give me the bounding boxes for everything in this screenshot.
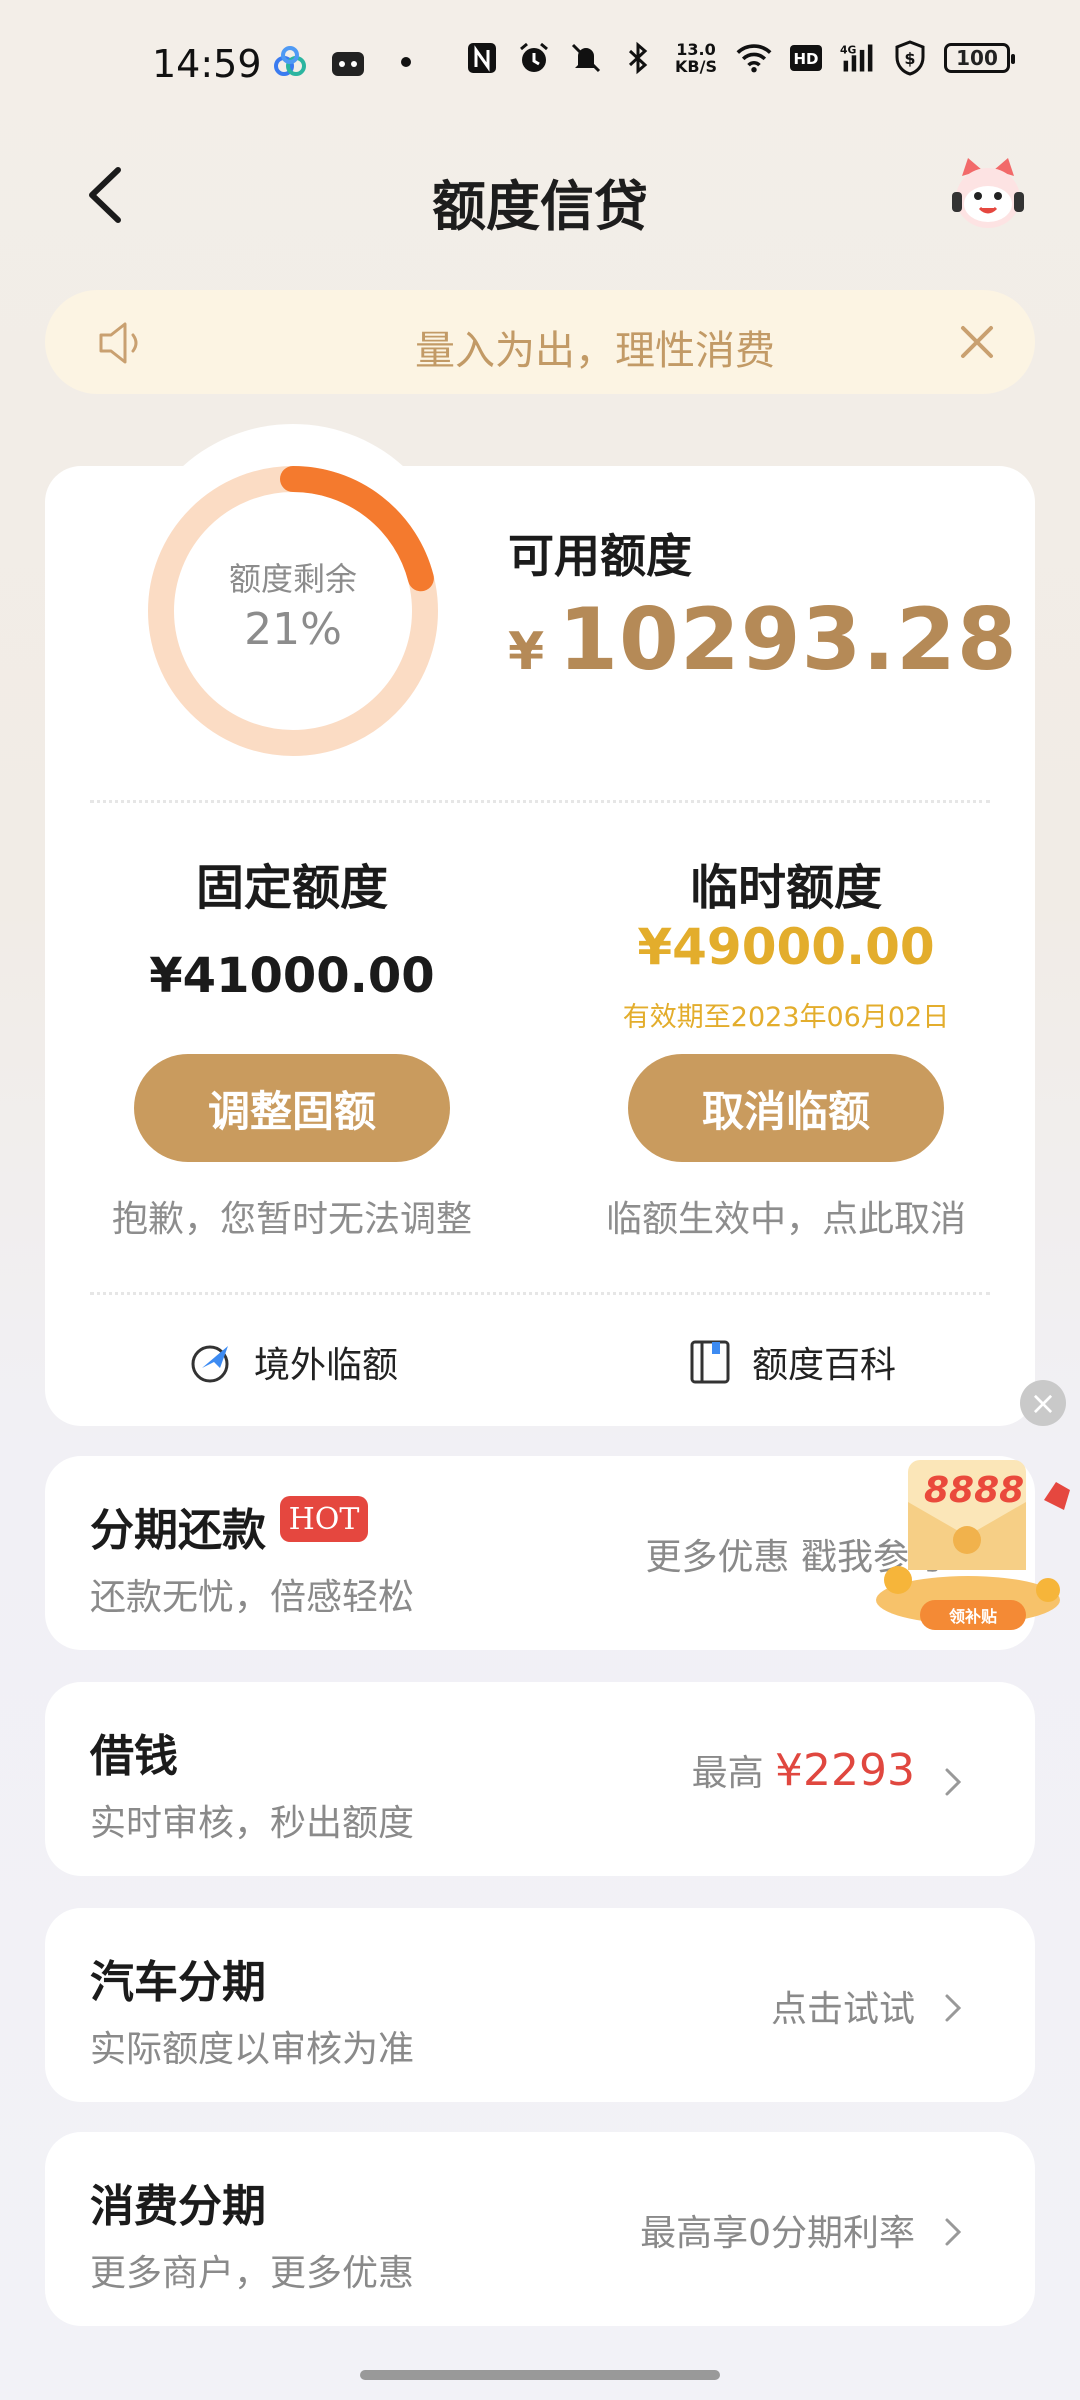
list-item-consumer-installment[interactable]: 消费分期 更多商户，更多优惠 最高享0分期利率 <box>45 2132 1035 2326</box>
temp-credit-title: 临时额度 <box>689 860 882 916</box>
dot-icon <box>388 44 424 80</box>
net-speed-unit: KB/S <box>675 57 717 76</box>
temp-credit-note[interactable]: 临额生效中，点此取消 <box>566 1190 1006 1242</box>
fixed-credit-title: 固定额度 <box>195 860 388 916</box>
available-credit-label: 可用额度 <box>508 529 692 583</box>
temp-credit-expiry: 有效期至2023年06月02日 <box>622 1002 950 1033</box>
list-item-title: 借钱 <box>90 1731 178 1782</box>
battery-icon: 100 <box>944 43 1015 73</box>
list-item-title: 消费分期 <box>90 2181 266 2232</box>
mascot-icon[interactable] <box>948 152 1028 236</box>
promo-amount-badge: 8888 <box>924 1470 1025 1511</box>
nav-header: 额度信贷 <box>0 140 1080 250</box>
chevron-right-icon <box>945 1768 962 1796</box>
list-item-subtitle: 实时审核，秒出额度 <box>90 1803 415 1844</box>
credit-wiki-label: 额度百科 <box>752 1345 897 1386</box>
signal-icon: 4G <box>840 40 876 76</box>
list-item-subtitle: 更多商户，更多优惠 <box>90 2253 415 2294</box>
book-icon <box>686 1338 734 1386</box>
list-item-title: 汽车分期 <box>90 1957 266 2008</box>
ring-label: 额度剩余 <box>228 560 357 598</box>
fixed-credit-amount: ¥41000.00 <box>149 948 435 1004</box>
available-credit-amount: ¥ 10293.28 <box>508 590 1018 690</box>
currency-symbol: ¥ <box>508 622 545 682</box>
borrow-max-amount: ¥2293 <box>775 1745 915 1796</box>
list-item-title: 分期还款 <box>90 1505 266 1556</box>
list-item-right-text: 最高 ¥2293 <box>692 1744 915 1796</box>
home-indicator[interactable] <box>360 2370 720 2380</box>
promo-tag: 领补贴 <box>920 1600 1026 1630</box>
list-item-right-text: 最高享0分期利率 <box>640 2213 915 2254</box>
app-icon-2 <box>330 44 366 80</box>
shield-dollar-icon: $ <box>892 40 928 76</box>
app-icon-1 <box>272 44 308 80</box>
list-item-subtitle: 还款无忧，倍感轻松 <box>90 1577 415 1618</box>
status-bar: 14:59 13.0 KB/S HD 4G $ 100 <box>0 0 1080 130</box>
bluetooth-icon <box>620 40 656 76</box>
hd-icon: HD <box>788 40 824 76</box>
available-amount-value: 10293.28 <box>558 590 1018 690</box>
alarm-icon <box>516 40 552 76</box>
hot-badge: HOT <box>280 1496 368 1542</box>
divider <box>90 800 990 803</box>
borrow-max-prefix: 最高 <box>691 1753 776 1794</box>
credit-wiki-link[interactable]: 额度百科 <box>686 1332 896 1392</box>
wifi-icon <box>736 40 772 76</box>
chevron-right-icon <box>945 1994 962 2022</box>
temp-credit-amount: ¥49000.00 <box>637 918 935 976</box>
notice-bar: 量入为出，理性消费 <box>45 290 1035 394</box>
net-speed: 13.0 KB/S <box>672 41 720 75</box>
notice-text: 量入为出，理性消费 <box>415 328 775 374</box>
svg-text:$: $ <box>904 49 915 68</box>
list-item-borrow[interactable]: 借钱 实时审核，秒出额度 最高 ¥2293 <box>45 1682 1035 1876</box>
fixed-credit-note: 抱歉，您暂时无法调整 <box>111 1199 472 1240</box>
list-item-car-installment[interactable]: 汽车分期 实际额度以审核为准 点击试试 <box>45 1908 1035 2102</box>
status-system-icons: 13.0 KB/S HD 4G $ 100 <box>464 40 1015 76</box>
page-title: 额度信贷 <box>432 175 648 238</box>
mute-icon <box>568 40 604 76</box>
status-time: 14:59 <box>152 42 262 86</box>
list-item-subtitle: 实际额度以审核为准 <box>90 2029 415 2070</box>
nfc-icon <box>464 40 500 76</box>
list-item-right-text: 点击试试 <box>770 1989 915 2030</box>
close-icon[interactable] <box>955 320 999 364</box>
overseas-temp-label: 境外临额 <box>254 1345 399 1386</box>
divider <box>90 1292 990 1295</box>
signal-label: 4G <box>840 44 857 57</box>
promo-close-button[interactable]: × <box>1020 1380 1066 1426</box>
status-app-icons <box>272 44 424 80</box>
hd-label: HD <box>793 50 818 68</box>
adjust-fixed-button[interactable]: 调整固额 <box>134 1054 450 1162</box>
plane-globe-icon <box>188 1338 236 1386</box>
overseas-temp-link[interactable]: 境外临额 <box>188 1332 398 1392</box>
promo-floating-widget[interactable]: 8888 领补贴 <box>868 1440 1080 1640</box>
chevron-right-icon <box>945 2218 962 2246</box>
cancel-temp-button[interactable]: 取消临额 <box>628 1054 944 1162</box>
ring-percent: 21% <box>244 604 342 655</box>
